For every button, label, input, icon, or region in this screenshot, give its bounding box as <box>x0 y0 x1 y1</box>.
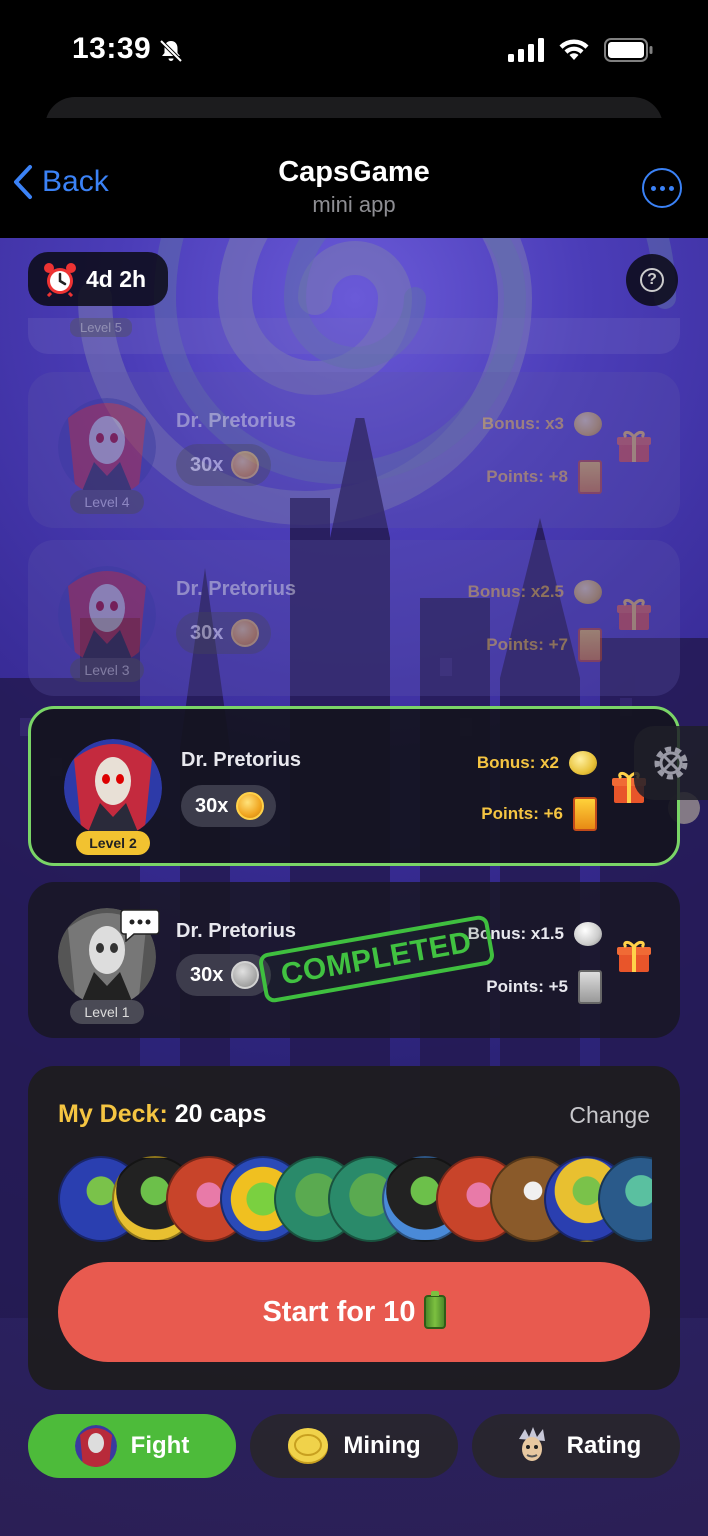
deck-title-prefix: My Deck: <box>58 1100 168 1128</box>
ticket-icon <box>578 628 602 662</box>
timer-value: 4d 2h <box>86 265 147 292</box>
event-timer: 4d 2h <box>28 252 169 306</box>
energy-battery-icon <box>423 1291 446 1329</box>
cap-coin-icon <box>231 619 260 647</box>
level-badge: Level 4 <box>70 490 144 514</box>
app-title: CapsGame <box>278 156 430 188</box>
points-row: Points: +5 <box>486 970 602 1004</box>
ticket-icon <box>578 460 602 494</box>
battery-icon <box>604 38 653 62</box>
start-fight-button[interactable]: Start for 10 <box>58 1262 650 1362</box>
tab-fight[interactable]: Fight <box>28 1414 236 1478</box>
bonus-text: Bonus: x2 <box>476 753 559 772</box>
status-time: 13:39 <box>72 32 152 65</box>
more-options-button[interactable] <box>642 168 682 208</box>
boss-card-level-1: Level 1 Dr. Pretorius 30x Bonus: x1.5 Po… <box>28 882 680 1038</box>
bonus-row: Bonus: x2 <box>477 751 597 775</box>
boss-card-level-3: Level 3 Dr. Pretorius 30x Bonus: x2.5 Po… <box>28 540 680 696</box>
points-text: Points: +5 <box>486 977 568 996</box>
ticket-icon <box>578 970 602 1004</box>
level-badge: Level 5 <box>70 318 132 337</box>
signal-icon <box>508 38 544 62</box>
boss-avatar <box>58 566 156 664</box>
bonus-text: Bonus: x2.5 <box>467 582 564 601</box>
points-row: Points: +7 <box>486 628 602 662</box>
level-5-card-partial: Level 5 <box>28 318 680 354</box>
gift-icon[interactable] <box>616 428 652 464</box>
status-icons <box>508 38 654 62</box>
boss-name: Dr. Pretorius <box>176 920 297 942</box>
bonus-row: Bonus: x2.5 <box>468 580 602 604</box>
silver-coin-icon <box>574 922 602 946</box>
tab-label: Mining <box>343 1432 421 1459</box>
deck-title: My Deck: 20 caps <box>58 1100 266 1129</box>
dot-icon <box>668 185 674 191</box>
gear-icon <box>654 746 688 780</box>
gift-icon[interactable] <box>616 938 652 974</box>
bonus-text: Bonus: x3 <box>481 414 564 433</box>
multiplier-pill: 30x <box>181 785 277 827</box>
gold-coin-icon <box>569 751 597 775</box>
question-icon: ? <box>640 268 664 292</box>
game-area: 4d 2h ? Level 5 Level 4 Dr. Pretorius 30… <box>0 238 708 1536</box>
cap-coin-icon <box>231 961 260 989</box>
multiplier-value: 30x <box>190 621 224 644</box>
bottom-tab-bar: Fight Mining Rating <box>28 1414 680 1478</box>
deck-panel: My Deck: 20 caps Change Start for 10 <box>28 1066 680 1390</box>
app-subtitle: mini app <box>312 192 396 217</box>
tab-label: Rating <box>566 1432 642 1459</box>
multiplier-pill: 30x <box>176 954 272 996</box>
multiplier-pill: 30x <box>176 612 272 654</box>
multiplier-value: 30x <box>195 794 229 817</box>
boss-avatar <box>58 398 156 496</box>
tab-rating[interactable]: Rating <box>472 1414 680 1478</box>
points-text: Points: +7 <box>486 635 568 654</box>
points-text: Points: +8 <box>486 467 568 486</box>
character-head-icon <box>518 1427 545 1461</box>
points-text: Points: +6 <box>481 804 563 823</box>
speech-bubble-icon <box>120 909 160 942</box>
deck-caps-row[interactable] <box>58 1156 652 1242</box>
tab-label: Fight <box>130 1432 190 1459</box>
level-badge: Level 1 <box>70 1000 144 1024</box>
nav-bar: Back CapsGame mini app <box>0 118 708 238</box>
deck-count: 20 caps <box>174 1100 267 1128</box>
points-row: Points: +6 <box>481 797 597 831</box>
boss-name: Dr. Pretorius <box>176 410 297 432</box>
boss-card-level-2[interactable]: Level 2 Dr. Pretorius 30x Bonus: x2 Poin… <box>28 706 680 866</box>
wifi-icon <box>559 39 589 60</box>
start-label: Start for 10 <box>262 1295 416 1328</box>
settings-button[interactable] <box>634 726 708 800</box>
boss-name: Dr. Pretorius <box>176 578 297 600</box>
boss-avatar <box>64 739 162 837</box>
multiplier-pill: 30x <box>176 444 272 486</box>
villain-avatar-icon <box>74 1425 117 1467</box>
change-deck-button[interactable]: Change <box>569 1102 650 1129</box>
points-row: Points: +8 <box>486 460 602 494</box>
cap-coin-icon <box>236 792 265 820</box>
gold-coin-icon <box>574 412 602 436</box>
level-badge: Level 3 <box>70 658 144 682</box>
bonus-row: Bonus: x3 <box>482 412 602 436</box>
alarm-clock-icon <box>44 263 76 297</box>
bell-off-icon <box>159 39 183 63</box>
gift-icon[interactable] <box>616 596 652 632</box>
gold-coin-icon <box>574 580 602 604</box>
gold-coin-icon <box>288 1428 329 1464</box>
level-badge: Level 2 <box>76 831 150 855</box>
boss-name: Dr. Pretorius <box>181 749 302 771</box>
dot-icon <box>650 185 656 191</box>
ticket-icon <box>573 797 597 831</box>
multiplier-value: 30x <box>190 963 224 986</box>
cap-coin-icon <box>231 451 260 479</box>
tab-mining[interactable]: Mining <box>250 1414 458 1478</box>
boss-card-level-4: Level 4 Dr. Pretorius 30x Bonus: x3 Poin… <box>28 372 680 528</box>
multiplier-value: 30x <box>190 453 224 476</box>
status-bar: 13:39 <box>0 0 708 100</box>
dot-icon <box>659 185 665 191</box>
help-button[interactable]: ? <box>626 254 678 306</box>
